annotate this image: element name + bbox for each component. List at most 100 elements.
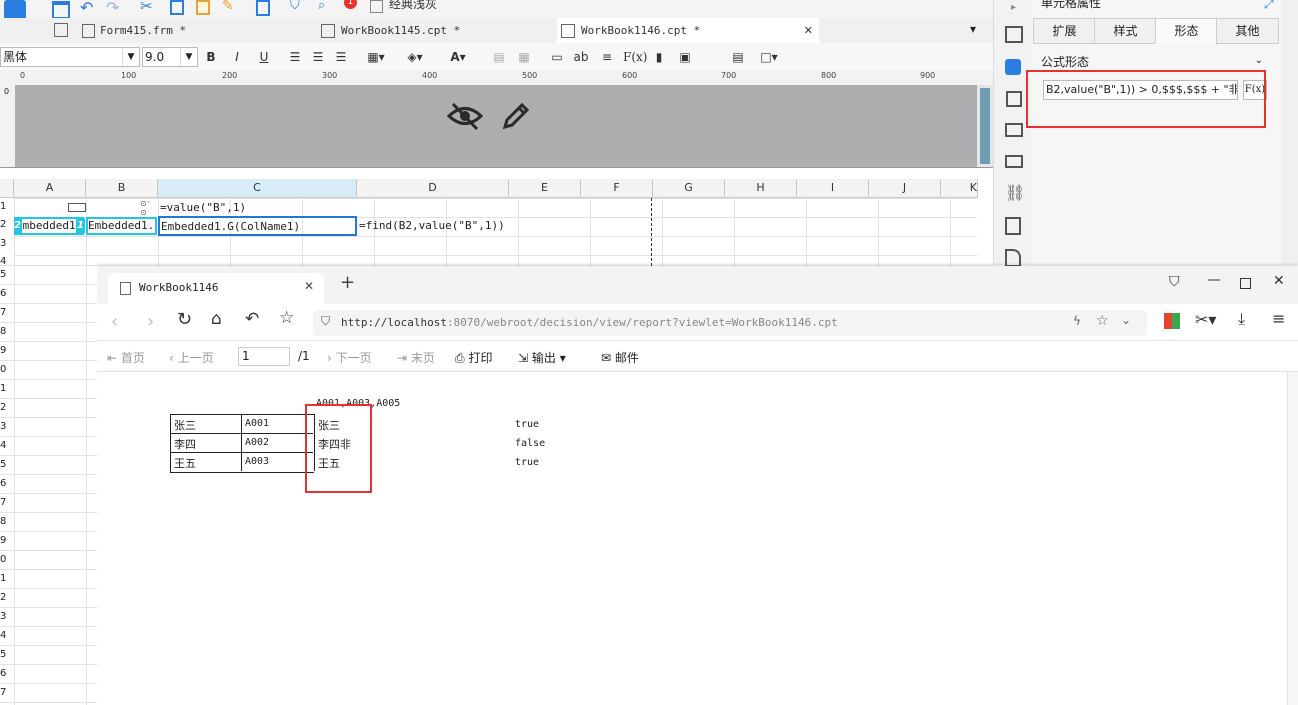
row-number[interactable]: 6 — [0, 288, 13, 299]
row-number[interactable]: 4 — [0, 440, 13, 451]
prev-page-button[interactable]: ‹ 上一页 — [169, 349, 214, 366]
bookmark-star-icon[interactable]: ☆ — [1096, 313, 1109, 329]
export-button[interactable]: ⇲ 输出 ▾ — [518, 349, 566, 366]
row-number[interactable]: 3 — [0, 238, 13, 249]
theme-label[interactable]: 经典浅灰 — [389, 0, 437, 12]
edit-pencil-icon[interactable] — [501, 101, 531, 131]
row-number[interactable]: 1 — [0, 383, 13, 394]
hidden-eye-icon[interactable] — [447, 101, 483, 131]
import-icon[interactable] — [1005, 217, 1021, 235]
chevron-down-icon[interactable]: ▼ — [122, 48, 139, 66]
template-icon[interactable] — [4, 0, 26, 18]
cell-d2[interactable]: =find(B2,value("B",1)) > — [359, 217, 508, 235]
row-number[interactable]: 7 — [0, 307, 13, 318]
cell-a2[interactable]: Embedded1. — [14, 217, 84, 235]
shield-icon[interactable]: ⛉ — [290, 0, 300, 13]
cell-c1[interactable]: =value("B",1) — [160, 199, 356, 217]
lightning-icon[interactable]: ϟ — [1073, 314, 1081, 328]
chevron-down-icon[interactable]: ▼ — [180, 48, 197, 66]
sub-report-icon[interactable]: ▤ — [730, 47, 746, 67]
row-number[interactable]: 2 — [0, 592, 13, 603]
format-painter-icon[interactable]: ✎ — [222, 0, 234, 14]
close-tab-icon[interactable]: ✕ — [304, 279, 314, 293]
condition-icon[interactable] — [1005, 155, 1023, 168]
column-header-d[interactable]: D — [357, 179, 509, 198]
search-icon[interactable]: ⌕ — [318, 0, 325, 13]
reload-icon[interactable]: ↻ — [177, 309, 192, 330]
minimize-icon[interactable]: — — [1207, 272, 1221, 288]
column-header-b[interactable]: B — [86, 179, 158, 198]
formula-button[interactable]: F(x) — [623, 47, 647, 67]
new-tab-icon[interactable]: + — [340, 272, 355, 293]
row-number[interactable]: 0 — [0, 364, 13, 375]
row-number[interactable]: 5 — [0, 459, 13, 470]
row-number[interactable]: 4 — [0, 630, 13, 641]
undo-close-icon[interactable]: ↶ — [245, 309, 259, 329]
align-right-icon[interactable]: ☰ — [333, 47, 349, 67]
more-icon[interactable] — [1005, 249, 1021, 267]
font-family-select[interactable]: 黑体 ▼ — [0, 47, 140, 67]
expand-gear-icon[interactable]: ⊙⁼ — [140, 199, 151, 208]
tab-form[interactable]: 形态 — [1155, 18, 1218, 44]
split-cells-icon[interactable]: ▦ — [516, 47, 532, 67]
expand-panel-icon[interactable]: ⤢ — [1264, 0, 1274, 12]
expand-gear-icon[interactable]: ⊙ — [140, 208, 147, 217]
paragraph-icon[interactable]: ≡ — [599, 47, 615, 67]
cell-widget-icon[interactable] — [68, 203, 86, 212]
row-number[interactable]: 2 — [0, 402, 13, 413]
align-left-icon[interactable]: ☰ — [287, 47, 303, 67]
column-header-c[interactable]: C — [158, 179, 357, 198]
tab-style[interactable]: 样式 — [1094, 18, 1157, 44]
row-number[interactable]: 8 — [0, 516, 13, 527]
row-number[interactable]: 5 — [0, 269, 13, 280]
underline-button[interactable]: U — [256, 47, 272, 67]
cell-grid-icon[interactable] — [54, 23, 68, 37]
tab-menu-icon[interactable]: ▾ — [970, 22, 976, 36]
image-icon[interactable]: ▣ — [676, 47, 694, 67]
form-canvas[interactable] — [15, 85, 977, 167]
app-grid-icon[interactable] — [1164, 313, 1180, 329]
browser-tab[interactable]: WorkBook1146 ✕ — [108, 273, 324, 304]
undo-icon[interactable]: ↶ — [80, 0, 93, 17]
column-header-g[interactable]: G — [653, 179, 725, 198]
font-size-select[interactable]: 9.0 ▼ — [142, 47, 198, 67]
column-header-a[interactable]: A — [14, 179, 86, 198]
column-header-f[interactable]: F — [581, 179, 653, 198]
cut-icon[interactable]: ✂ — [140, 0, 153, 15]
tab-other[interactable]: 其他 — [1216, 18, 1279, 44]
report-scrollbar[interactable] — [1287, 372, 1298, 705]
column-header-j[interactable]: J — [869, 179, 941, 198]
merge-cells-icon[interactable]: ▤ — [491, 47, 507, 67]
tab-workbook1146[interactable]: WorkBook1146.cpt * ✕ — [557, 18, 819, 43]
print-button[interactable]: ⎙ 打印 — [455, 349, 492, 366]
home-icon[interactable]: ⌂ — [211, 309, 222, 329]
font-color-icon[interactable]: A▾ — [443, 47, 473, 67]
copy-icon[interactable] — [170, 0, 184, 15]
page-number-input[interactable]: 1 — [238, 347, 290, 366]
chevron-down-icon[interactable]: ⌄ — [1121, 313, 1131, 327]
collections-icon[interactable]: ⛉ — [1169, 274, 1180, 290]
save-icon[interactable] — [52, 1, 70, 19]
row-number[interactable]: 8 — [0, 326, 13, 337]
column-header-h[interactable]: H — [725, 179, 797, 198]
tab-expand[interactable]: 扩展 — [1033, 18, 1096, 44]
back-icon[interactable]: ‹ — [111, 311, 118, 332]
italic-button[interactable]: I — [229, 47, 245, 67]
border-icon[interactable]: ▦▾ — [365, 47, 387, 67]
row-number[interactable]: 7 — [0, 687, 13, 698]
layout-icon[interactable] — [1005, 26, 1023, 43]
form-scrollbar-thumb[interactable] — [980, 88, 990, 164]
text-input-button[interactable]: ab — [573, 47, 589, 67]
cell-grid[interactable]: A B C D E F G H I J K 1 2 3 4 ⊙⁼ =value(… — [0, 167, 993, 267]
row-number[interactable]: 1 — [0, 201, 13, 212]
cell-b2[interactable]: Embedded1. — [86, 217, 157, 235]
redo-icon[interactable]: ↷ — [106, 0, 119, 17]
row-number[interactable]: 9 — [0, 535, 13, 546]
fill-color-icon[interactable]: ◈▾ — [403, 47, 427, 67]
favorite-star-icon[interactable]: ☆ — [279, 308, 294, 328]
bold-button[interactable]: B — [203, 47, 219, 67]
column-header-e[interactable]: E — [509, 179, 581, 198]
row-number[interactable]: 0 — [0, 554, 13, 565]
email-button[interactable]: ✉ 邮件 — [601, 349, 639, 366]
url-input[interactable]: ⛉ http://localhost:8070/webroot/decision… — [313, 310, 1147, 336]
